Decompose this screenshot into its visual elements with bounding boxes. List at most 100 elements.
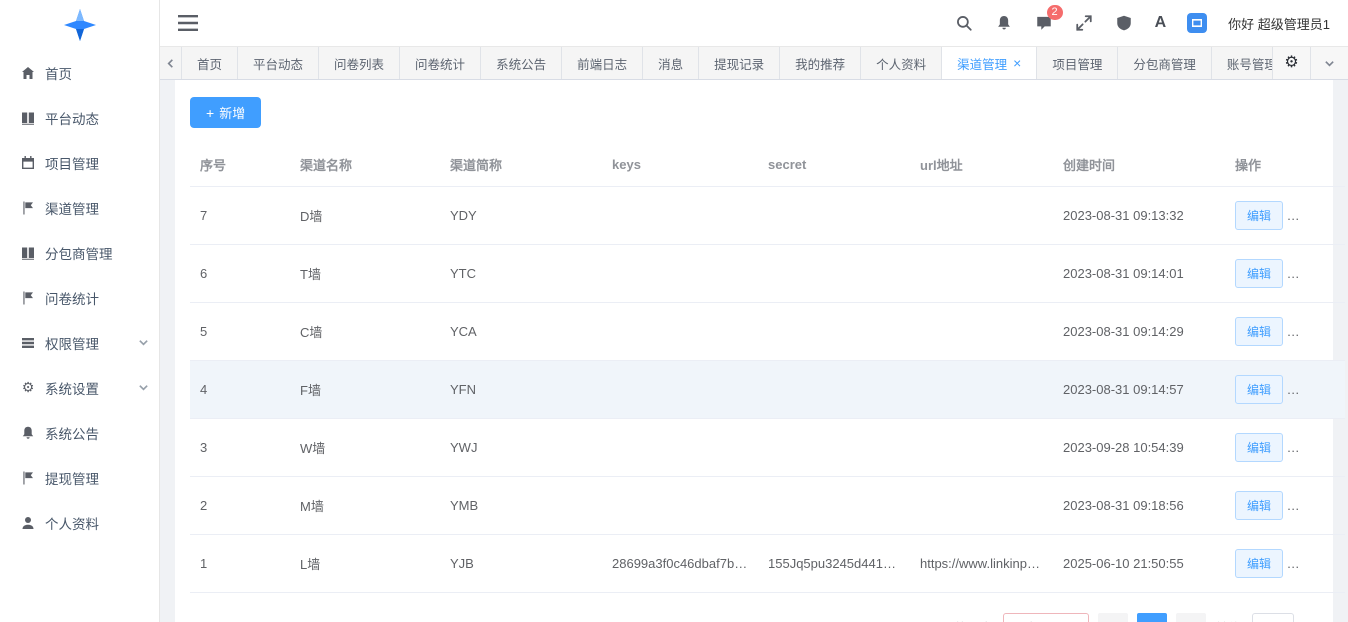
edit-button[interactable]: 编辑	[1235, 259, 1283, 288]
cell-short: YWJ	[440, 419, 602, 477]
tab-label: 分包商管理	[1133, 54, 1196, 73]
tab-label: 项目管理	[1052, 54, 1102, 73]
sidebar-item-label: 个人资料	[45, 513, 149, 533]
tab-withdraw-records[interactable]: 提现记录	[699, 47, 780, 79]
pagination: 共 7 条 10条/页 1 前往 页	[190, 613, 1318, 622]
cell-url	[910, 245, 1053, 303]
tab-profile[interactable]: 个人资料	[861, 47, 942, 79]
sidebar-item-home[interactable]: 首页	[0, 50, 159, 95]
shield-icon[interactable]	[1115, 14, 1134, 33]
delete-button[interactable]: 删除	[1298, 317, 1345, 346]
cell-seq: 3	[190, 419, 290, 477]
logo-icon	[63, 8, 97, 42]
tab-dropdown-chevron-icon[interactable]	[1310, 47, 1348, 79]
sidebar-item-subcontractor-mgmt[interactable]: 分包商管理	[0, 230, 159, 275]
bell-icon	[20, 425, 36, 441]
page-size-select[interactable]: 10条/页	[1003, 613, 1089, 622]
gear-icon: ⚙	[1284, 55, 1298, 71]
content-area: + 新增 序号 渠道名称 渠道简称 keys secret	[160, 80, 1348, 622]
fullscreen-icon[interactable]	[1075, 14, 1094, 33]
user-icon	[20, 515, 36, 531]
cell-keys	[602, 187, 758, 245]
cell-url: https://www.linkinpay.co...	[910, 535, 1053, 593]
edit-button[interactable]: 编辑	[1235, 201, 1283, 230]
cell-seq: 4	[190, 361, 290, 419]
delete-button[interactable]: 删除	[1298, 549, 1345, 578]
edit-button[interactable]: 编辑	[1235, 317, 1283, 346]
prev-page-button[interactable]	[1098, 613, 1128, 622]
sidebar-item-permission-mgmt[interactable]: 权限管理	[0, 320, 159, 365]
tab-scroll-left-icon[interactable]	[160, 47, 182, 79]
close-icon[interactable]: ×	[1013, 56, 1021, 70]
sidebar-item-system-settings[interactable]: ⚙ 系统设置	[0, 365, 159, 410]
sidebar-item-survey-stats[interactable]: 问卷统计	[0, 275, 159, 320]
table-row: 3 W墙 YWJ 2023-09-28 10:54:39 编辑 删除	[190, 419, 1345, 477]
cell-short: YDY	[440, 187, 602, 245]
edit-button[interactable]: 编辑	[1235, 433, 1283, 462]
sidebar-item-system-notice[interactable]: 系统公告	[0, 410, 159, 455]
edit-button[interactable]: 编辑	[1235, 491, 1283, 520]
tab-frontend-log[interactable]: 前端日志	[562, 47, 643, 79]
cell-keys	[602, 303, 758, 361]
app-root: 首页 平台动态 项目管理 渠道管理 分包商管理 问卷统计	[0, 0, 1348, 622]
tab-label: 渠道管理	[957, 54, 1007, 73]
cell-short: YJB	[440, 535, 602, 593]
cell-short: YCA	[440, 303, 602, 361]
delete-button[interactable]: 删除	[1298, 491, 1345, 520]
sidebar-item-label: 项目管理	[45, 153, 149, 173]
page-number-1[interactable]: 1	[1137, 613, 1167, 622]
tab-label: 问卷列表	[334, 54, 384, 73]
cell-created: 2023-08-31 09:14:57	[1053, 361, 1225, 419]
edit-button[interactable]: 编辑	[1235, 549, 1283, 578]
list-icon	[20, 335, 36, 351]
cell-seq: 5	[190, 303, 290, 361]
tab-survey-list[interactable]: 问卷列表	[319, 47, 400, 79]
tab-label: 账号管理	[1227, 54, 1272, 73]
sidebar-item-project-mgmt[interactable]: 项目管理	[0, 140, 159, 185]
font-size-icon[interactable]: A	[1155, 14, 1167, 32]
user-greeting[interactable]: 你好 超级管理员1	[1228, 14, 1330, 33]
tab-label: 前端日志	[577, 54, 627, 73]
tab-messages[interactable]: 消息	[643, 47, 699, 79]
tab-channel-mgmt[interactable]: 渠道管理 ×	[942, 47, 1037, 79]
delete-button[interactable]: 删除	[1298, 201, 1345, 230]
sidebar-item-profile[interactable]: 个人资料	[0, 500, 159, 545]
tab-home[interactable]: 首页	[182, 47, 238, 79]
add-button[interactable]: + 新增	[190, 97, 261, 128]
tab-list: 首页 平台动态 问卷列表 问卷统计 系统公告 前端日志 消息 提现记录 我的推荐…	[182, 47, 1272, 79]
search-icon[interactable]	[955, 14, 974, 33]
pagination-total: 共 7 条	[954, 618, 994, 622]
notification-bell-icon[interactable]	[995, 14, 1014, 33]
cell-name: T墙	[290, 245, 440, 303]
next-page-button[interactable]	[1176, 613, 1206, 622]
app-link-icon[interactable]	[1187, 13, 1207, 33]
tab-settings-gear-icon[interactable]: ⚙	[1272, 47, 1310, 79]
edit-button[interactable]: 编辑	[1235, 375, 1283, 404]
hamburger-icon[interactable]	[178, 15, 198, 31]
tab-my-referrals[interactable]: 我的推荐	[780, 47, 861, 79]
tab-platform-news[interactable]: 平台动态	[238, 47, 319, 79]
tab-survey-stats[interactable]: 问卷统计	[400, 47, 481, 79]
col-channel-short: 渠道简称	[440, 143, 602, 187]
delete-button[interactable]: 删除	[1298, 375, 1345, 404]
goto-page-input[interactable]	[1252, 613, 1294, 622]
table-row: 7 D墙 YDY 2023-08-31 09:13:32 编辑 删除	[190, 187, 1345, 245]
sidebar-item-channel-mgmt[interactable]: 渠道管理	[0, 185, 159, 230]
tab-label: 平台动态	[253, 54, 303, 73]
tab-label: 个人资料	[876, 54, 926, 73]
tab-label: 问卷统计	[415, 54, 465, 73]
sidebar-item-withdraw-mgmt[interactable]: 提现管理	[0, 455, 159, 500]
tab-system-notice[interactable]: 系统公告	[481, 47, 562, 79]
delete-button[interactable]: 删除	[1298, 433, 1345, 462]
gears-icon: ⚙	[20, 379, 36, 396]
cell-created: 2023-08-31 09:14:01	[1053, 245, 1225, 303]
tab-label: 提现记录	[714, 54, 764, 73]
delete-button[interactable]: 删除	[1298, 259, 1345, 288]
table-row: 5 C墙 YCA 2023-08-31 09:14:29 编辑 删除	[190, 303, 1345, 361]
message-icon[interactable]: 2	[1035, 14, 1054, 33]
tab-subcontractor-mgmt[interactable]: 分包商管理	[1118, 47, 1212, 79]
tab-project-mgmt[interactable]: 项目管理	[1037, 47, 1118, 79]
cell-name: D墙	[290, 187, 440, 245]
tab-account-mgmt[interactable]: 账号管理	[1212, 47, 1272, 79]
sidebar-item-platform-news[interactable]: 平台动态	[0, 95, 159, 140]
